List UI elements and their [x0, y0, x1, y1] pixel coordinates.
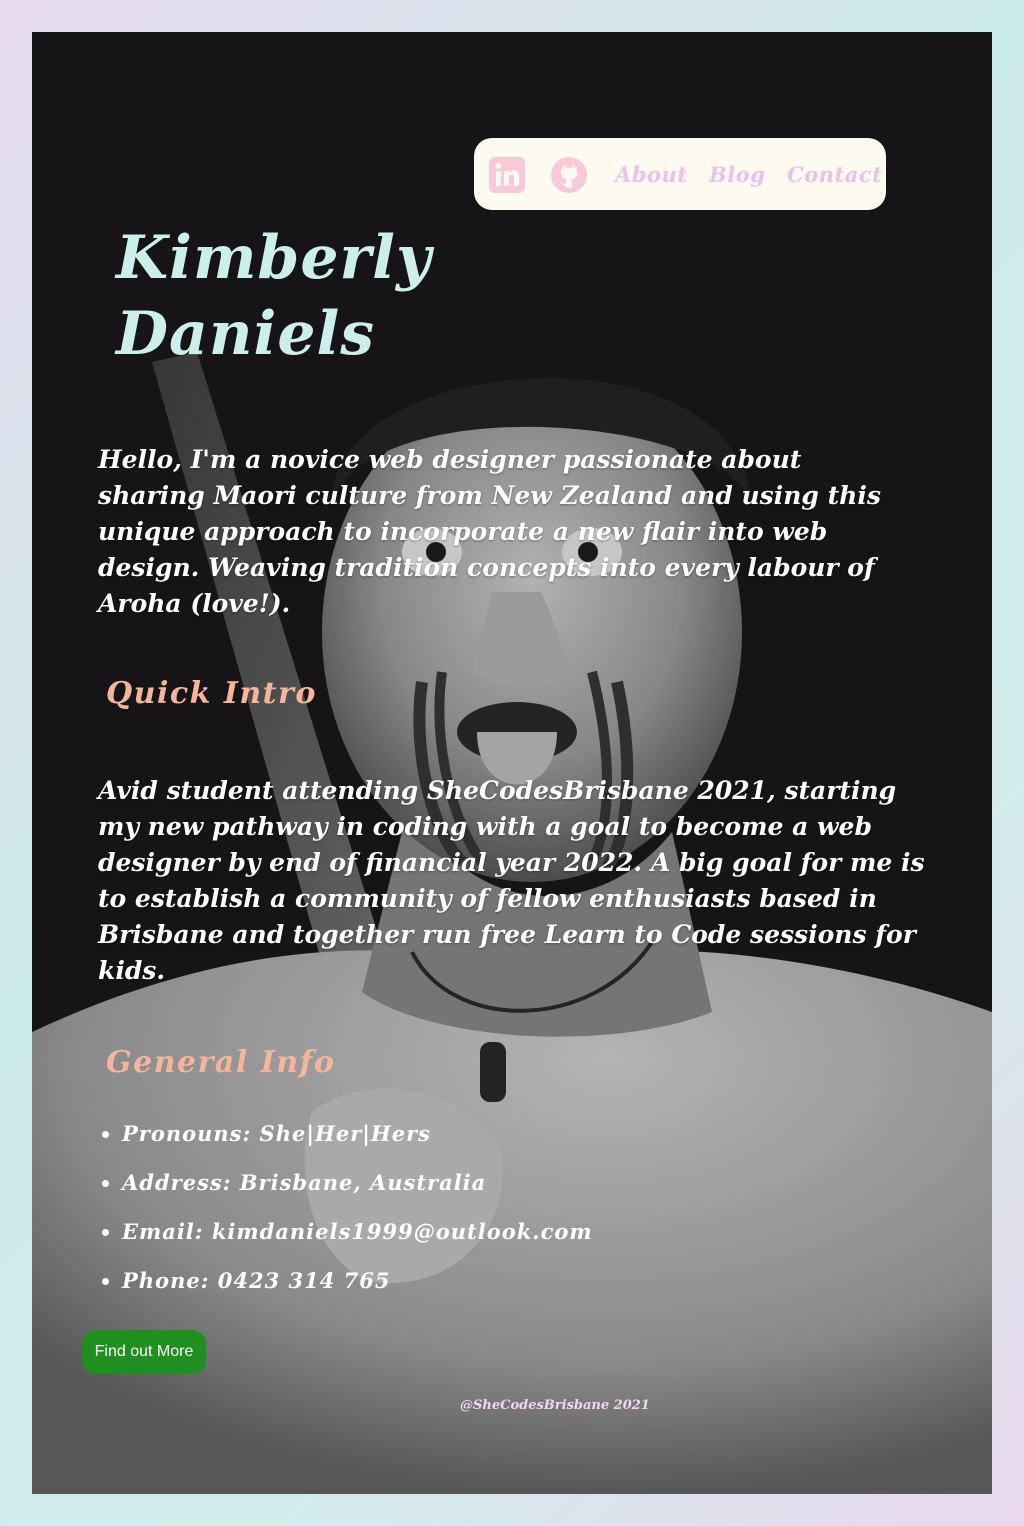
name-line-1: Kimberly [116, 223, 432, 293]
linkedin-icon[interactable] [489, 157, 525, 193]
info-email[interactable]: Email: kimdaniels1999@outlook.com [122, 1212, 593, 1261]
github-icon[interactable] [551, 157, 587, 193]
nav-contact-link[interactable]: Contact [787, 162, 882, 187]
name-line-2: Daniels [116, 299, 376, 369]
page-card: About Blog Contact Kimberly Daniels Hell… [32, 32, 992, 1494]
general-info-heading: General Info [106, 1045, 336, 1080]
top-nav: About Blog Contact [474, 138, 886, 210]
info-phone[interactable]: Phone: 0423 314 765 [122, 1261, 593, 1310]
find-out-more-button[interactable]: Find out More [82, 1330, 206, 1374]
quick-intro-heading: Quick Intro [106, 676, 317, 711]
page-title: Kimberly Daniels [116, 220, 436, 372]
general-info-list: Pronouns: She|Her|Hers Address: Brisbane… [98, 1114, 593, 1310]
intro-paragraph: Hello, I'm a novice web designer passion… [98, 445, 881, 618]
nav-blog-link[interactable]: Blog [709, 162, 765, 187]
footer-credit: @SheCodesBrisbane 2021 [460, 1398, 650, 1413]
info-pronouns: Pronouns: She|Her|Hers [122, 1114, 593, 1163]
quick-intro-paragraph: Avid student attending SheCodesBrisbane … [98, 776, 925, 985]
nav-about-link[interactable]: About [615, 162, 687, 187]
info-address: Address: Brisbane, Australia [122, 1163, 593, 1212]
